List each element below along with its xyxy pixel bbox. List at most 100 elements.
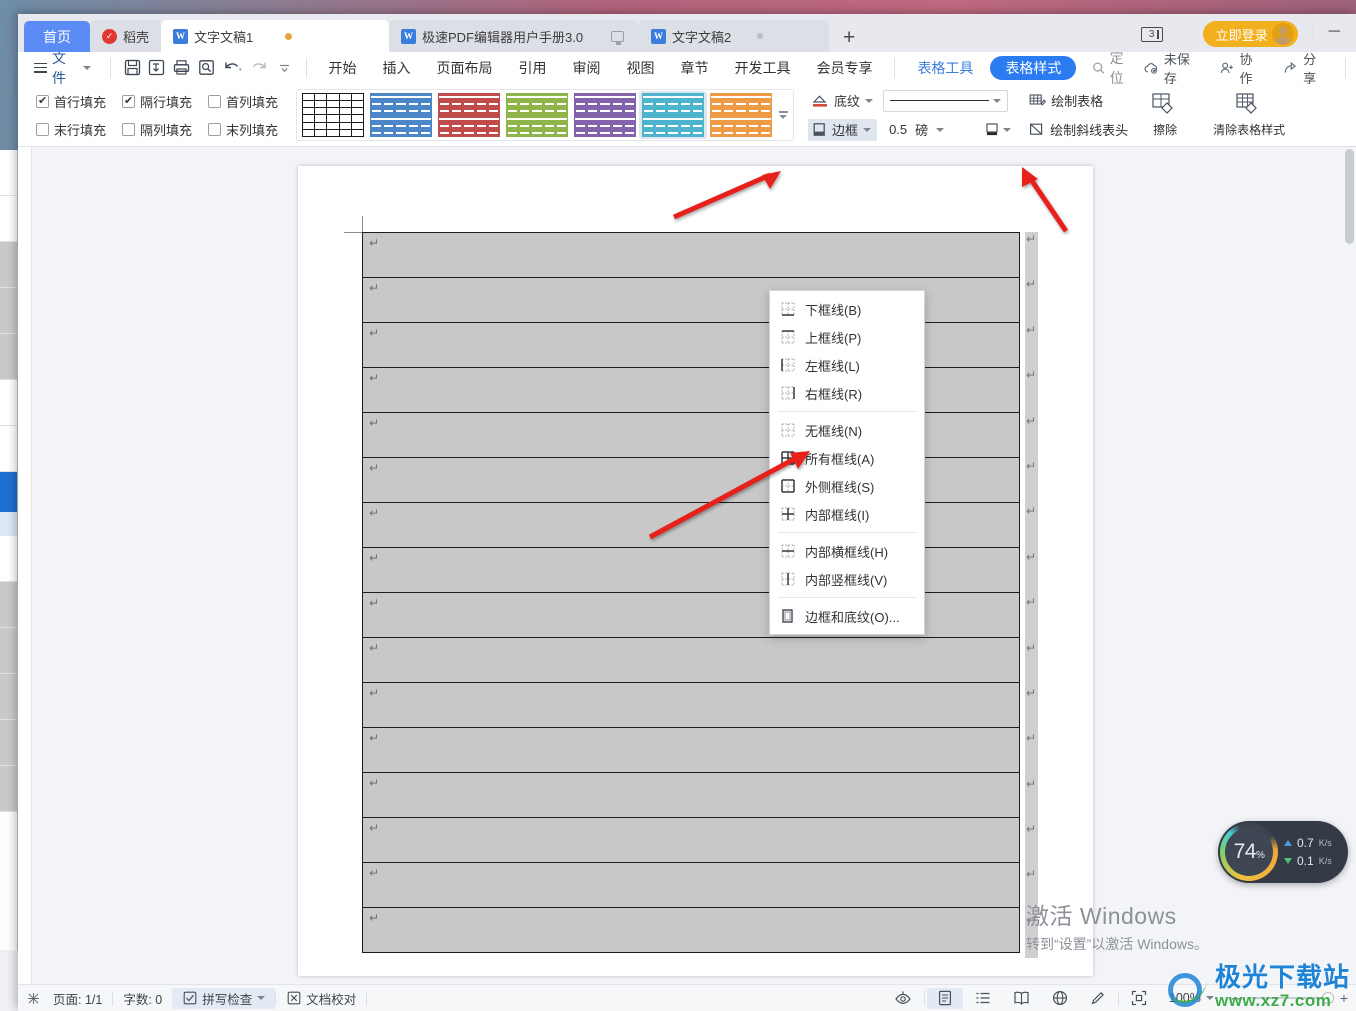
menu-item-developer-tools[interactable]: 开发工具 bbox=[721, 52, 803, 84]
border-menu-item-border-top[interactable]: 上框线(P) bbox=[770, 323, 924, 351]
checkbox-banded-columns[interactable]: 隔列填充 bbox=[122, 120, 192, 139]
menu-item-view[interactable]: 视图 bbox=[613, 52, 667, 84]
table-row[interactable]: ↵ bbox=[362, 682, 1020, 728]
border-menu-item-border-inside-horizontal[interactable]: 内部横框线(H) bbox=[770, 537, 924, 565]
document-scroll-area[interactable]: ↵ ↵ ↵ ↵ ↵ ↵ ↵ ↵ ↵ ↵ ↵ ↵ ↵ ↵ ↵ ↵ ↵ ↵ ↵ ↵ ↵ ↵ ↵ ↵ ↵ ↵ ↵ ↵ ↵ ↵ ↵ ↵ bbox=[32, 147, 1356, 984]
table-cell[interactable]: ↵ bbox=[362, 907, 1020, 953]
share-button[interactable]: 分享 bbox=[1275, 49, 1335, 87]
table-style-orange[interactable] bbox=[707, 91, 775, 139]
locate-button[interactable]: 定位 bbox=[1080, 48, 1136, 88]
proofread-button[interactable]: 文档校对 bbox=[276, 988, 366, 1009]
line-color-selector[interactable] bbox=[985, 119, 1013, 141]
network-speed-widget[interactable]: 74% 0.7 K/s 0.1 K/s bbox=[1218, 821, 1348, 883]
table-cell[interactable]: ↵ bbox=[362, 682, 1020, 728]
table-cell[interactable]: ↵ bbox=[362, 862, 1020, 908]
table-style-purple[interactable] bbox=[571, 91, 639, 139]
border-dropdown-menu[interactable]: 下框线(B) 上框线(P) 左框线(L) 右框线(R) 无框线(N) 所有框线(A) 外侧框… bbox=[769, 290, 925, 635]
checkbox-banded-rows[interactable]: 隔行填充 bbox=[122, 92, 192, 111]
menu-item-table-style[interactable]: 表格样式 bbox=[990, 55, 1077, 80]
border-menu-item-border-inside[interactable]: 内部框线(I) bbox=[770, 500, 924, 528]
collaborate-button[interactable]: 协作 bbox=[1212, 49, 1272, 87]
erase-button[interactable]: 擦除 bbox=[1140, 92, 1190, 138]
checkbox-last-column-fill[interactable]: 末列填充 bbox=[208, 120, 278, 139]
shading-button[interactable]: 底纹 bbox=[808, 90, 877, 112]
menu-item-reference[interactable]: 引用 bbox=[505, 52, 559, 84]
menu-item-member-exclusive[interactable]: 会员专享 bbox=[803, 52, 885, 84]
unsaved-status-button[interactable]: 未保存 bbox=[1136, 49, 1208, 87]
table-row[interactable]: ↵ bbox=[362, 727, 1020, 773]
table-cell[interactable]: ↵ bbox=[362, 727, 1020, 773]
checkbox-last-row-fill[interactable]: 末行填充 bbox=[36, 120, 106, 139]
table-style-green[interactable] bbox=[503, 91, 571, 139]
border-menu-item-border-none[interactable]: 无框线(N) bbox=[770, 416, 924, 444]
menu-item-table-tools[interactable]: 表格工具 bbox=[904, 52, 986, 84]
checkbox-first-column-fill[interactable]: 首列填充 bbox=[208, 92, 278, 111]
table-row[interactable]: ↵ bbox=[362, 907, 1020, 953]
line-style-selector[interactable] bbox=[883, 89, 1009, 112]
table-style-gallery[interactable] bbox=[296, 89, 795, 141]
border-menu-item-border-all[interactable]: 所有框线(A) bbox=[770, 444, 924, 472]
clear-table-style-button[interactable]: 清除表格样式 bbox=[1204, 92, 1294, 138]
table-cell[interactable]: ↵ bbox=[362, 637, 1020, 683]
fit-page-button[interactable] bbox=[1121, 988, 1157, 1009]
border-menu-item-border-left[interactable]: 左框线(L) bbox=[770, 351, 924, 379]
table-style-blue[interactable] bbox=[367, 91, 435, 139]
tab-home[interactable]: 首页 bbox=[24, 21, 90, 52]
print-preview-icon[interactable] bbox=[194, 56, 219, 80]
word-count-indicator[interactable]: 字数: 0 bbox=[113, 988, 172, 1009]
table-style-plain[interactable] bbox=[299, 91, 367, 139]
menu-item-insert[interactable]: 插入 bbox=[369, 52, 423, 84]
gallery-expand-button[interactable] bbox=[775, 93, 791, 137]
customize-quick-access-icon[interactable] bbox=[272, 56, 297, 80]
tab-wenzi-wengao-1[interactable]: 文字文稿1 bbox=[161, 20, 390, 52]
menu-item-start[interactable]: 开始 bbox=[315, 52, 369, 84]
preview-eye-button[interactable] bbox=[884, 988, 922, 1009]
border-menu-item-border-bottom[interactable]: 下框线(B) bbox=[770, 295, 924, 323]
table-row[interactable]: ↵ bbox=[362, 862, 1020, 908]
table-row[interactable]: ↵ bbox=[362, 232, 1020, 278]
table-cell[interactable]: ↵ bbox=[362, 772, 1020, 818]
draw-diagonal-header-button[interactable]: 绘制斜线表头 bbox=[1025, 119, 1132, 141]
table-style-red[interactable] bbox=[435, 91, 503, 139]
border-menu-item-border-outside[interactable]: 外侧框线(S) bbox=[770, 472, 924, 500]
document-page[interactable]: ↵ ↵ ↵ ↵ ↵ ↵ ↵ ↵ ↵ ↵ ↵ ↵ ↵ ↵ ↵ ↵ ↵ ↵ ↵ ↵ ↵ ↵ ↵ ↵ ↵ ↵ ↵ ↵ ↵ ↵ ↵ ↵ bbox=[298, 166, 1093, 976]
border-menu-item-border-right[interactable]: 右框线(R) bbox=[770, 379, 924, 407]
tab-docer[interactable]: 稻壳 bbox=[90, 20, 162, 52]
border-menu-item-border-inside-vertical[interactable]: 内部竖框线(V) bbox=[770, 565, 924, 593]
new-tab-button[interactable]: + bbox=[829, 27, 869, 52]
tab-count-badge[interactable]: 3 bbox=[1140, 26, 1163, 42]
view-page-layout-button[interactable] bbox=[926, 987, 963, 1009]
app-grid-icon[interactable] bbox=[1175, 26, 1191, 42]
save-as-icon[interactable] bbox=[145, 56, 170, 80]
menu-item-page-layout[interactable]: 页面布局 bbox=[423, 52, 505, 84]
table-row[interactable]: ↵ bbox=[362, 772, 1020, 818]
save-icon[interactable] bbox=[120, 56, 145, 80]
redo-icon[interactable] bbox=[247, 56, 272, 80]
pen-button[interactable] bbox=[1080, 988, 1116, 1009]
undo-icon[interactable] bbox=[219, 56, 247, 80]
view-read-button[interactable] bbox=[1003, 988, 1040, 1009]
spellcheck-toggle[interactable]: 拼写检查 bbox=[172, 987, 276, 1009]
border-menu-item-borders-and-shading[interactable]: 边框和底纹(O)... bbox=[770, 602, 924, 630]
table-style-teal[interactable] bbox=[639, 91, 708, 139]
login-button[interactable]: 立即登录 bbox=[1202, 21, 1298, 47]
file-menu-button[interactable]: 文件 bbox=[34, 48, 101, 88]
menu-item-review[interactable]: 审阅 bbox=[559, 52, 613, 84]
menu-item-section[interactable]: 章节 bbox=[667, 52, 721, 84]
page-indicator[interactable]: 页面: 1/1 bbox=[43, 988, 112, 1009]
minimize-button[interactable]: ─ bbox=[1325, 23, 1346, 45]
scrollbar-thumb[interactable] bbox=[1345, 149, 1354, 244]
line-width-selector[interactable]: 0.5 磅 bbox=[883, 119, 983, 141]
table-row[interactable]: ↵ bbox=[362, 817, 1020, 863]
print-icon[interactable] bbox=[169, 56, 194, 80]
view-outline-button[interactable] bbox=[965, 988, 1001, 1009]
checkbox-first-row-fill[interactable]: 首行填充 bbox=[36, 92, 106, 111]
border-button[interactable]: 边框 bbox=[808, 118, 878, 141]
background-window-sliver[interactable] bbox=[0, 150, 18, 950]
tab-pdf-manual[interactable]: 极速PDF编辑器用户手册3.0 bbox=[389, 20, 640, 52]
table-row[interactable]: ↵ bbox=[362, 637, 1020, 683]
view-web-button[interactable] bbox=[1042, 988, 1078, 1009]
draw-table-button[interactable]: 绘制表格 bbox=[1025, 90, 1132, 112]
tab-wenzi-wengao-2[interactable]: 文字文稿2 bbox=[639, 20, 830, 52]
table-cell[interactable]: ↵ bbox=[362, 817, 1020, 863]
